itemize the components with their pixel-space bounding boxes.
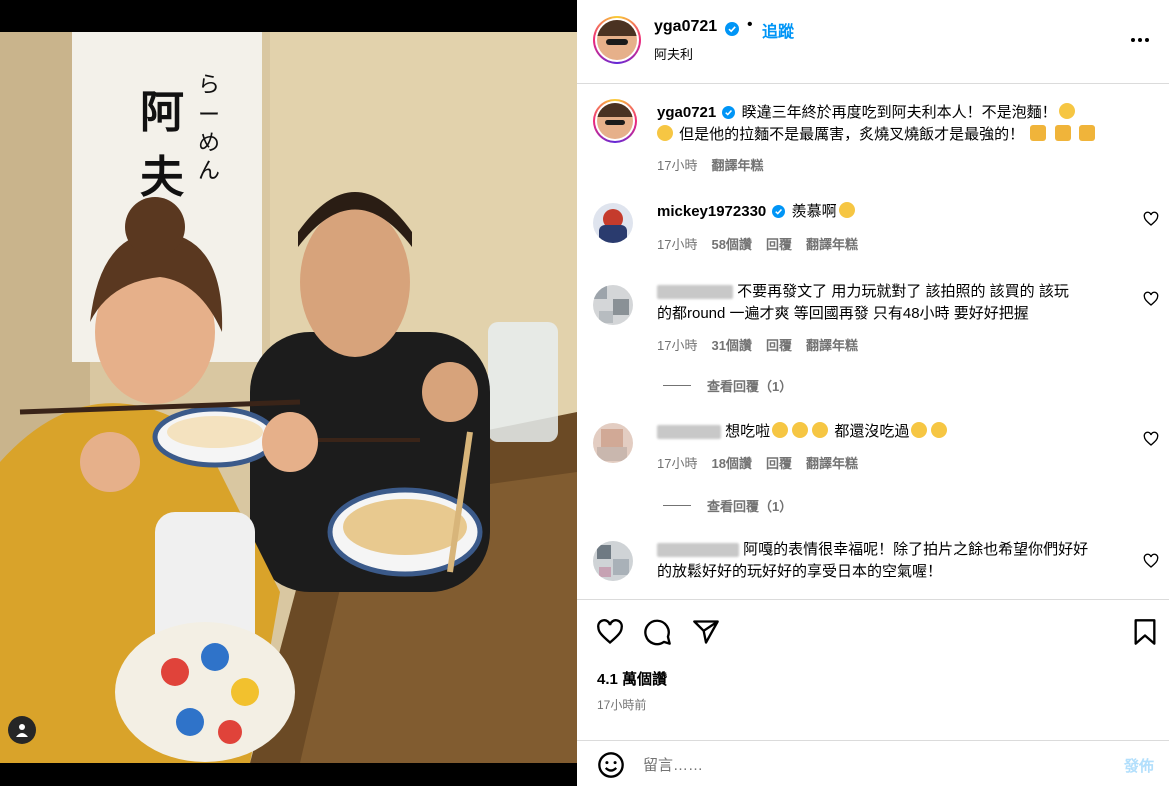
translate-button[interactable]: 翻譯年糕: [806, 453, 858, 472]
svg-text:ら: ら: [198, 73, 220, 98]
post-header: yga0721 • 追蹤 阿夫利: [577, 0, 1169, 84]
post-media[interactable]: 阿 夫 ら ー め ん: [0, 0, 577, 786]
comment-likes[interactable]: 58個讚: [711, 234, 751, 253]
smiley-icon[interactable]: [597, 751, 625, 779]
heart-icon[interactable]: [1143, 291, 1159, 307]
translate-button[interactable]: 翻譯年糕: [711, 155, 763, 174]
svg-text:ー: ー: [198, 103, 220, 128]
comments-list[interactable]: yga0721 睽違三年終於再度吃到阿夫利本人！不是泡麵！ 但是他的拉麵不是最厲…: [577, 85, 1169, 599]
comment-username-redacted[interactable]: [657, 425, 721, 440]
thumbs-up-icon: [1030, 125, 1047, 141]
separator-dot: •: [747, 16, 753, 33]
translate-button[interactable]: 翻譯年糕: [806, 234, 858, 253]
reply-button[interactable]: 回覆: [766, 234, 792, 253]
comment-username-redacted[interactable]: [657, 285, 733, 300]
caption-text-line1: 睽違三年終於再度吃到阿夫利本人！不是泡麵！: [741, 104, 1057, 121]
verified-badge-icon: [725, 22, 739, 36]
bookmark-icon[interactable]: [1131, 618, 1159, 646]
post-caption: yga0721 睽違三年終於再度吃到阿夫利本人！不是泡麵！ 但是他的拉麵不是最厲…: [593, 99, 1153, 179]
reply-button[interactable]: 回覆: [766, 335, 792, 354]
comment-item: 阿嘎的表情很幸福呢！除了拍片之餘也希望你們好好 的放鬆好好的玩好好的享受日本的空…: [593, 537, 1159, 597]
post-sidebar: yga0721 • 追蹤 阿夫利 yga0721 睽違三年終於再度吃到阿夫利本人…: [577, 0, 1169, 786]
heart-icon[interactable]: [1143, 211, 1159, 227]
avatar: [597, 20, 637, 60]
like-count[interactable]: 4.1 萬個讚: [597, 668, 667, 689]
heart-icon[interactable]: [1143, 553, 1159, 569]
comment-time: 17小時: [657, 456, 698, 471]
post-location[interactable]: 阿夫利: [654, 44, 693, 63]
crying-face-icon: [1058, 103, 1075, 119]
crying-face-icon: [657, 125, 673, 141]
comment-likes[interactable]: 31個讚: [711, 335, 751, 354]
author-avatar-ring[interactable]: [593, 16, 641, 64]
yum-face-icon: [772, 422, 789, 438]
comment-item: 想吃啦 都還沒吃過 17小時 18個讚 回覆 翻譯年糕 查看回覆（1）: [593, 419, 1159, 519]
comment-time: 17小時: [657, 237, 698, 252]
person-tag-icon[interactable]: [8, 716, 36, 744]
paper-plane-icon[interactable]: [692, 618, 720, 646]
yum-face-icon: [812, 422, 829, 438]
post-actions: 4.1 萬個讚 17小時前: [577, 599, 1169, 729]
comment-composer: 發佈: [577, 740, 1169, 786]
follow-button[interactable]: 追蹤: [762, 18, 794, 42]
verified-badge-icon: [772, 205, 786, 218]
avatar: [597, 103, 633, 139]
view-replies-button[interactable]: 查看回覆（1）: [663, 376, 792, 395]
view-replies-button[interactable]: 查看回覆（1）: [663, 496, 792, 515]
heart-icon[interactable]: [1143, 431, 1159, 447]
comment-text-line2: 的放鬆好好的玩好好的享受日本的空氣喔！: [657, 563, 943, 580]
comment-text: 羨慕啊: [791, 203, 837, 220]
translate-button[interactable]: 翻譯年糕: [806, 335, 858, 354]
more-options-icon[interactable]: [1131, 30, 1155, 50]
author-username[interactable]: yga0721: [654, 18, 717, 36]
view-replies-label: 查看回覆（1）: [707, 379, 793, 394]
caption-text-line2: 但是他的拉麵不是最厲害，炙燒叉燒飯才是最強的！: [679, 126, 1025, 143]
view-replies-label: 查看回覆（1）: [707, 499, 793, 514]
comment-text-b: 都還沒吃過: [834, 423, 910, 440]
comment-time: 17小時: [657, 338, 698, 353]
comment-input[interactable]: [643, 753, 1083, 777]
svg-text:め: め: [198, 131, 220, 156]
flushed-face-icon: [838, 202, 855, 218]
avatar[interactable]: [593, 423, 633, 463]
caption-avatar-ring[interactable]: [593, 99, 637, 143]
verified-badge-icon: [722, 106, 736, 119]
avatar[interactable]: [593, 285, 633, 325]
svg-text:阿: 阿: [140, 87, 184, 138]
comment-bubble-icon[interactable]: [644, 618, 672, 646]
comment-text-line1: 阿嘎的表情很幸福呢！除了拍片之餘也希望你們好好: [743, 541, 1089, 558]
svg-text:夫: 夫: [140, 152, 185, 203]
comment-text-a: 想吃啦: [725, 423, 771, 440]
thumbs-up-icon: [1054, 125, 1071, 141]
reply-button[interactable]: 回覆: [766, 453, 792, 472]
comment-username[interactable]: mickey1972330: [657, 203, 766, 220]
comment-text-line2: 的都round 一遍才爽 等回國再發 只有48小時 要好好把握: [657, 305, 1029, 322]
avatar[interactable]: [593, 203, 633, 243]
caption-time: 17小時: [657, 158, 698, 173]
post-photo: 阿 夫 ら ー め ん: [0, 32, 577, 763]
post-comment-button[interactable]: 發佈: [1124, 755, 1154, 776]
comment-item: mickey1972330 羨慕啊 17小時 58個讚 回覆 翻譯年糕: [593, 201, 1159, 261]
thumbs-up-icon: [1078, 125, 1095, 141]
yum-face-icon: [792, 422, 809, 438]
comment-text-line1: 不要再發文了 用力玩就對了 該拍照的 該買的 該玩: [737, 283, 1069, 300]
pleading-face-icon: [931, 422, 948, 438]
comment-item: 不要再發文了 用力玩就對了 該拍照的 該買的 該玩 的都round 一遍才爽 等…: [593, 281, 1159, 394]
post-timestamp[interactable]: 17小時前: [597, 696, 646, 713]
comment-username-redacted[interactable]: [657, 543, 739, 558]
heart-icon[interactable]: [596, 618, 624, 646]
comment-likes[interactable]: 18個讚: [711, 453, 751, 472]
pleading-face-icon: [911, 422, 928, 438]
avatar[interactable]: [593, 541, 633, 581]
svg-text:ん: ん: [198, 159, 220, 184]
caption-username[interactable]: yga0721: [657, 104, 716, 121]
